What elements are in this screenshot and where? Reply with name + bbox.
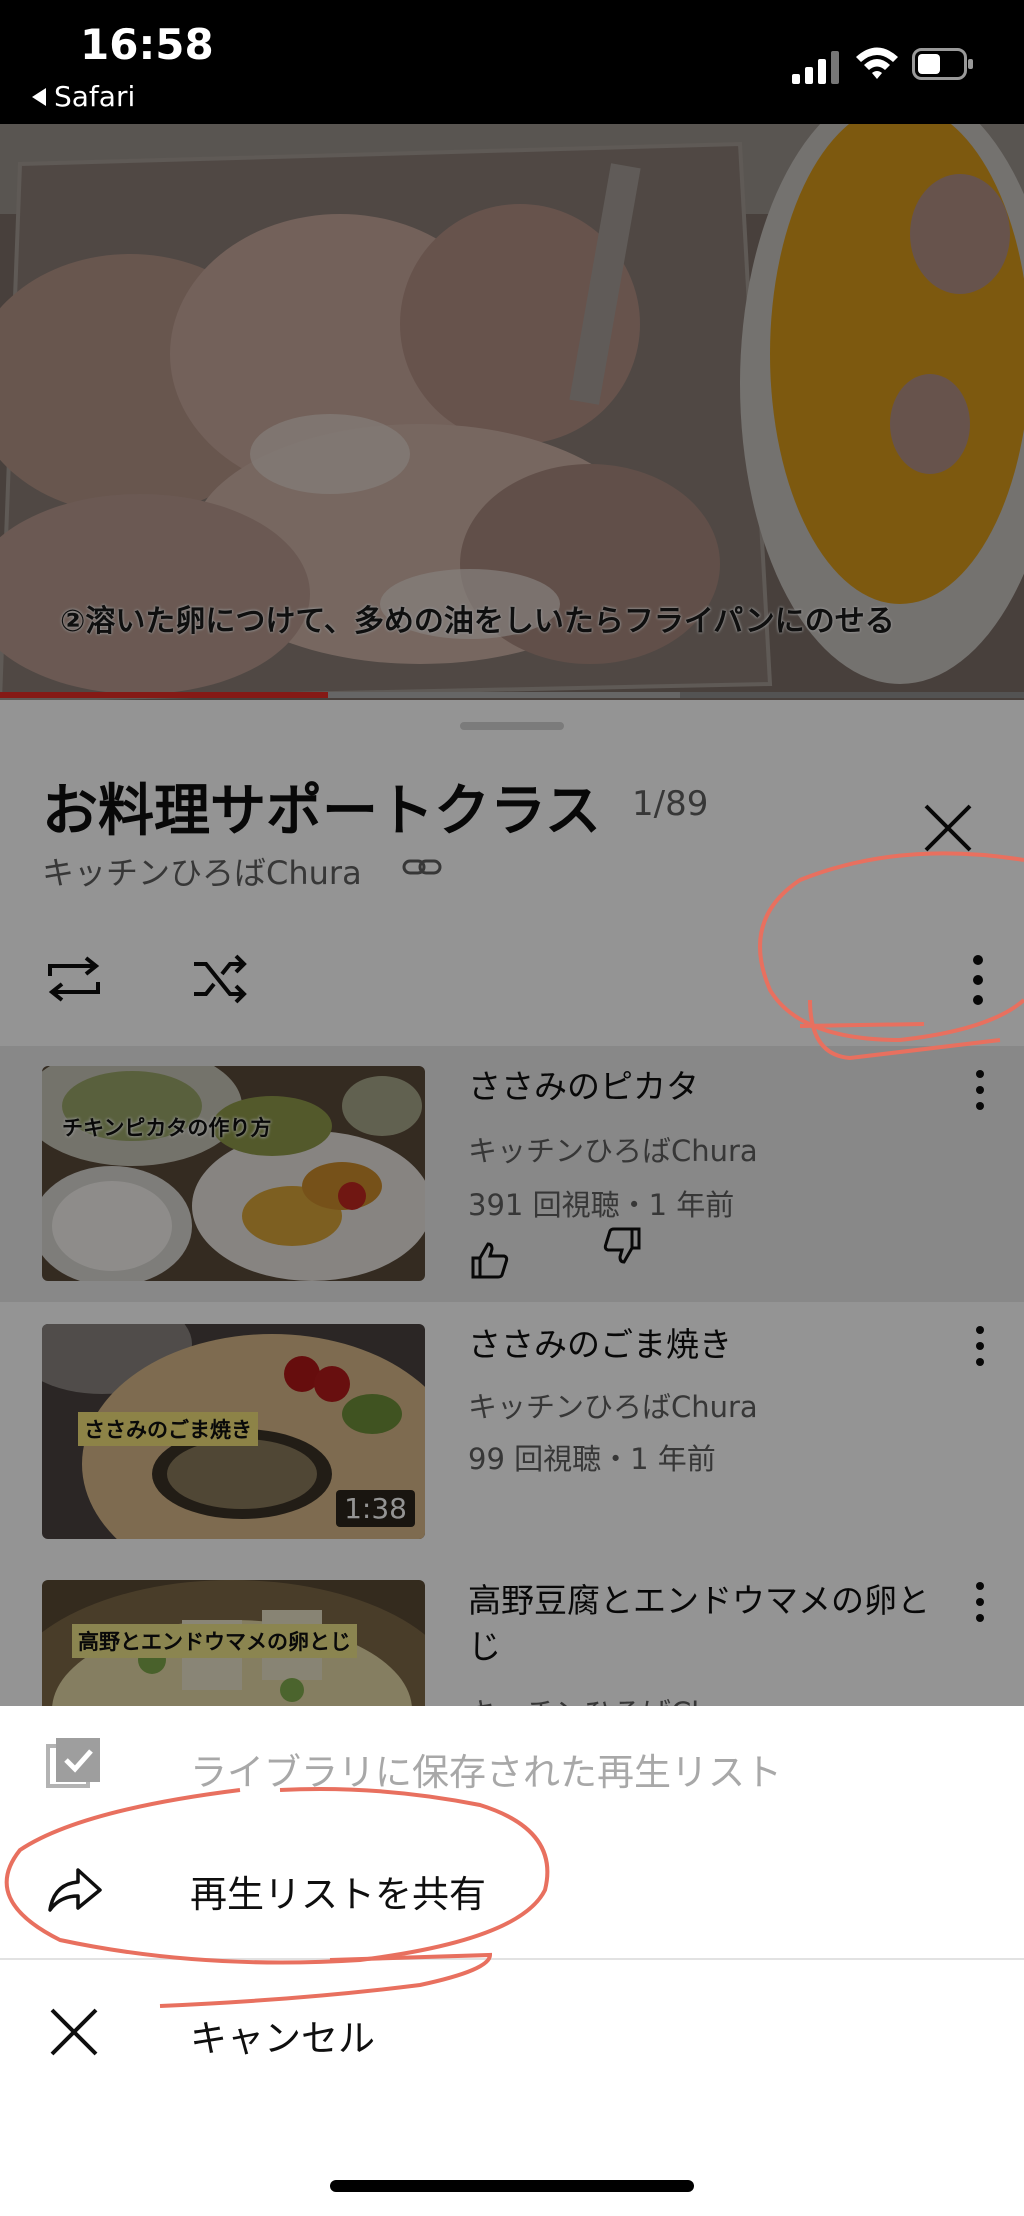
battery-icon [912,48,973,80]
close-icon [50,2008,98,2056]
status-time: 16:58 [80,20,214,69]
back-arrow-icon [32,87,46,106]
home-indicator [330,2180,694,2192]
status-bar: 16:58 Safari [0,0,1024,124]
saved-playlist-icon [46,1738,100,1788]
share-icon [48,1868,102,1912]
action-sheet: ライブラリに保存された再生リスト 再生リストを共有 キャンセル [0,1706,1024,2216]
modal-scrim[interactable] [0,124,1024,1706]
save-playlist-item[interactable]: ライブラリに保存された再生リスト [0,1706,1024,1826]
back-to-app-link[interactable]: Safari [32,80,135,113]
cancel-label: キャンセル [190,2017,375,2060]
save-playlist-label: ライブラリに保存された再生リスト [190,1751,782,1794]
share-playlist-item[interactable]: 再生リストを共有 [0,1828,1024,1948]
cancel-item[interactable]: キャンセル [0,1972,1024,2092]
share-playlist-label: 再生リストを共有 [190,1873,486,1916]
wifi-icon [856,47,898,79]
back-app-label: Safari [54,80,136,113]
signal-icon [792,51,839,84]
divider [0,1958,1024,1960]
